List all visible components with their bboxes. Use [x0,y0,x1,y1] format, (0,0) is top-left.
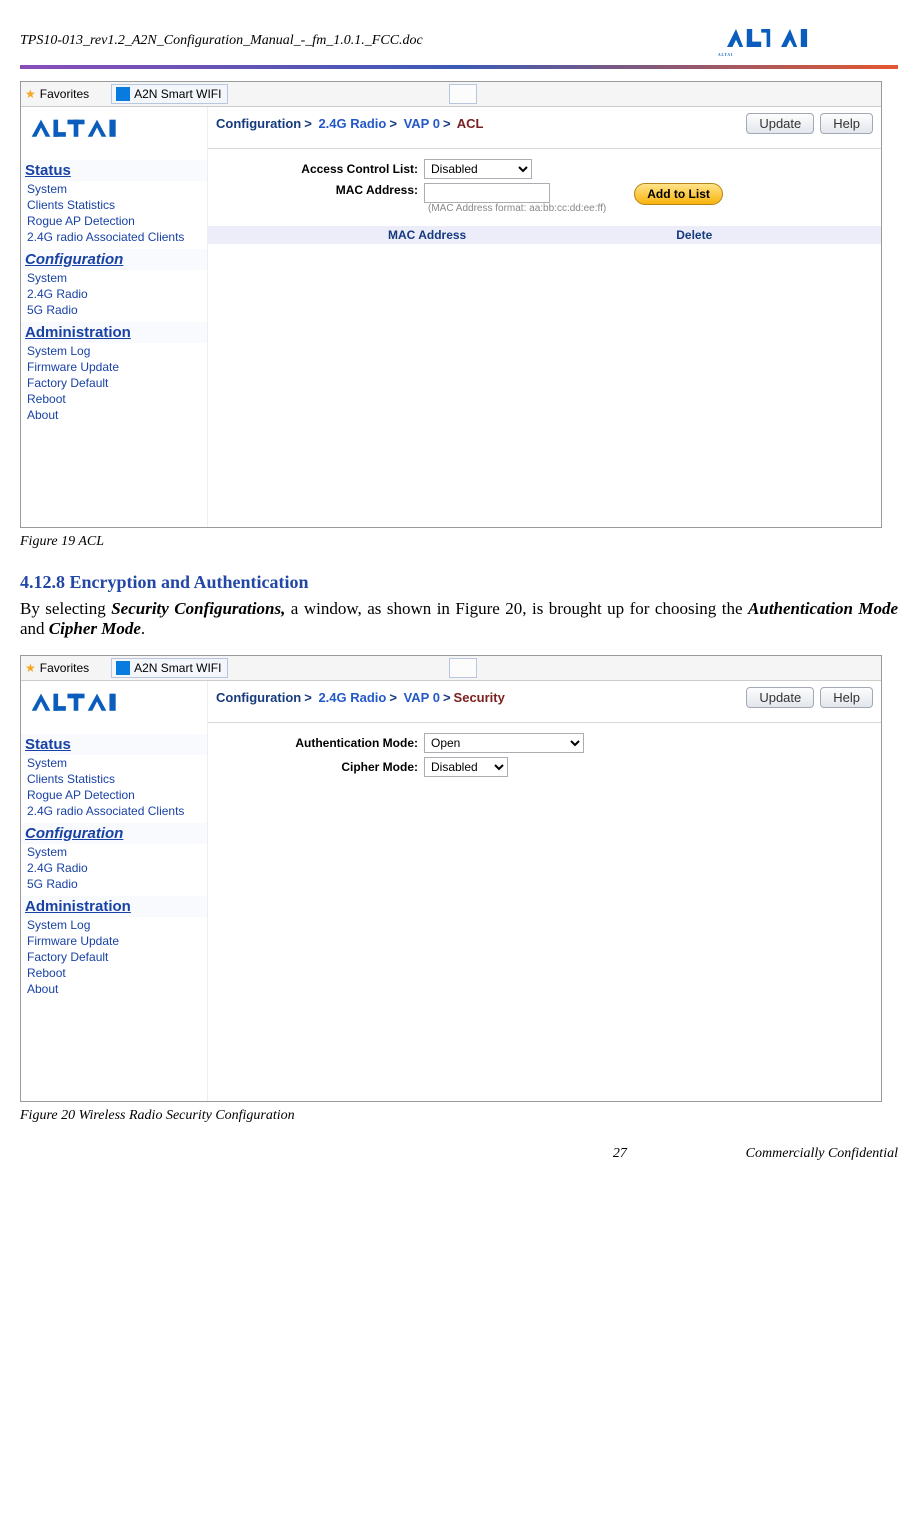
browser-tab[interactable]: A2N Smart WIFI [111,84,228,104]
tab-app-icon [116,87,130,101]
page-footer: 27 Commercially Confidential [20,1146,898,1162]
figure-20-screenshot: ★ Favorites A2N Smart WIFI Status System [20,655,882,1102]
auth-mode-label: Authentication Mode: [208,736,424,750]
tab-empty-icon[interactable] [449,84,477,104]
sidebar-item-system-log[interactable]: System Log [21,343,207,359]
tab-title: A2N Smart WIFI [134,87,221,101]
cipher-mode-label: Cipher Mode: [208,760,424,774]
sidebar-heading-status: Status [21,160,207,181]
sidebar: Status System Clients Statistics Rogue A… [21,107,208,527]
sidebar-heading-configuration: Configuration [21,249,207,270]
crumb-24g-radio[interactable]: 2.4G Radio [318,690,386,705]
sidebar-item-24g-radio[interactable]: 2.4G Radio [21,286,207,302]
page-header: TPS10-013_rev1.2_A2N_Configuration_Manua… [20,20,898,69]
browser-favorites-bar: ★ Favorites A2N Smart WIFI [21,82,881,107]
sidebar-item-about[interactable]: About [21,981,207,997]
breadcrumb: Configuration> 2.4G Radio> VAP 0>Securit… [216,690,505,705]
tab-title: A2N Smart WIFI [134,661,221,675]
sidebar-item-5g-radio[interactable]: 5G Radio [21,876,207,892]
crumb-configuration[interactable]: Configuration [216,690,301,705]
sidebar-item-clients-statistics[interactable]: Clients Statistics [21,771,207,787]
crumb-security: Security [454,690,505,705]
sidebar-item-system[interactable]: System [21,755,207,771]
figure-20-caption: Figure 20 Wireless Radio Security Config… [20,1108,898,1124]
sidebar-heading-administration: Administration [21,322,207,343]
update-button[interactable]: Update [746,687,814,708]
col-mac-address: MAC Address [388,228,466,242]
mac-table-header: MAC Address Delete [208,226,881,244]
mac-label: MAC Address: [208,183,424,197]
section-body: By selecting Security Configurations, a … [20,599,898,639]
sidebar-item-firmware-update[interactable]: Firmware Update [21,359,207,375]
cipher-mode-select[interactable]: Disabled [424,757,508,777]
sidebar-heading-status: Status [21,734,207,755]
add-to-list-button[interactable]: Add to List [634,183,723,205]
star-icon: ★ [25,87,36,101]
auth-mode-select[interactable]: Open [424,733,584,753]
update-button[interactable]: Update [746,113,814,134]
sidebar-item-24g-clients[interactable]: 2.4G radio Associated Clients [21,229,207,245]
crumb-vap0[interactable]: VAP 0 [404,690,440,705]
help-button[interactable]: Help [820,113,873,134]
browser-favorites-bar: ★ Favorites A2N Smart WIFI [21,656,881,681]
favorites-label: Favorites [40,87,89,101]
confidentiality-label: Commercially Confidential [746,1146,898,1162]
sidebar-item-rogue-ap[interactable]: Rogue AP Detection [21,213,207,229]
figure-19-screenshot: ★ Favorites A2N Smart WIFI Status System [20,81,882,528]
crumb-24g-radio[interactable]: 2.4G Radio [318,116,386,131]
acl-label: Access Control List: [208,162,424,176]
sidebar-item-config-system[interactable]: System [21,270,207,286]
browser-tab[interactable]: A2N Smart WIFI [111,658,228,678]
altai-logo-icon: ALTAI [718,20,898,61]
sidebar-item-about[interactable]: About [21,407,207,423]
tab-app-icon [116,661,130,675]
mac-address-input[interactable] [424,183,550,203]
sidebar-item-reboot[interactable]: Reboot [21,965,207,981]
sidebar-item-firmware-update[interactable]: Firmware Update [21,933,207,949]
sidebar-item-system-log[interactable]: System Log [21,917,207,933]
sidebar-logo-icon [21,107,207,156]
sidebar-item-system[interactable]: System [21,181,207,197]
star-icon: ★ [25,661,36,675]
sidebar-heading-configuration: Configuration [21,823,207,844]
section-heading: 4.12.8 Encryption and Authentication [20,572,898,593]
col-delete: Delete [676,228,712,242]
page-number: 27 [613,1146,627,1162]
sidebar-item-5g-radio[interactable]: 5G Radio [21,302,207,318]
sidebar-logo-icon [21,681,207,730]
doc-title: TPS10-013_rev1.2_A2N_Configuration_Manua… [20,33,423,49]
help-button[interactable]: Help [820,687,873,708]
crumb-vap0[interactable]: VAP 0 [404,116,440,131]
tab-empty-icon[interactable] [449,658,477,678]
sidebar-heading-administration: Administration [21,896,207,917]
sidebar: Status System Clients Statistics Rogue A… [21,681,208,1101]
sidebar-item-24g-radio[interactable]: 2.4G Radio [21,860,207,876]
svg-text:ALTAI: ALTAI [718,53,733,56]
breadcrumb: Configuration> 2.4G Radio> VAP 0> ACL [216,116,483,131]
crumb-configuration[interactable]: Configuration [216,116,301,131]
sidebar-item-rogue-ap[interactable]: Rogue AP Detection [21,787,207,803]
sidebar-item-clients-statistics[interactable]: Clients Statistics [21,197,207,213]
crumb-acl: ACL [457,116,484,131]
sidebar-item-factory-default[interactable]: Factory Default [21,949,207,965]
sidebar-item-config-system[interactable]: System [21,844,207,860]
figure-19-caption: Figure 19 ACL [20,534,898,550]
acl-select[interactable]: Disabled [424,159,532,179]
sidebar-item-factory-default[interactable]: Factory Default [21,375,207,391]
favorites-label: Favorites [40,661,89,675]
sidebar-item-24g-clients[interactable]: 2.4G radio Associated Clients [21,803,207,819]
sidebar-item-reboot[interactable]: Reboot [21,391,207,407]
mac-hint: (MAC Address format: aa:bb:cc:dd:ee:ff) [428,203,606,214]
